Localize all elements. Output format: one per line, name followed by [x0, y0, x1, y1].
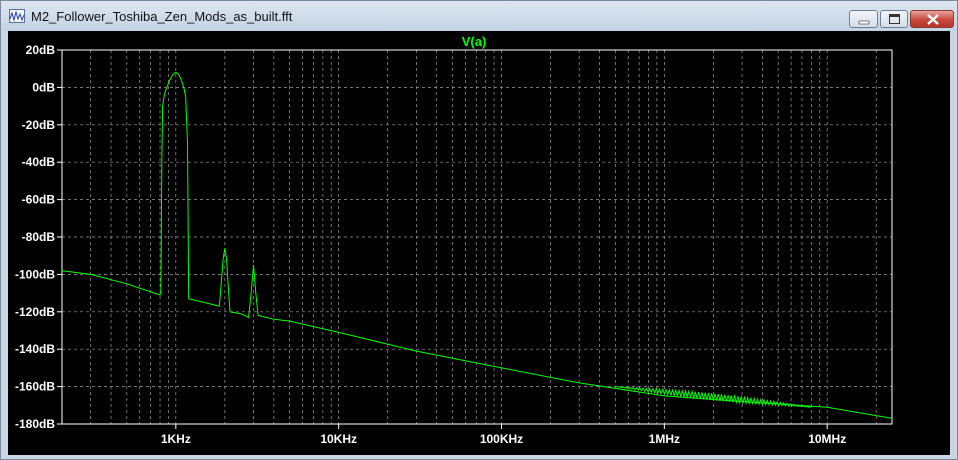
y-tick-label: -100dB	[15, 267, 55, 281]
y-tick-label: -160dB	[15, 380, 55, 394]
x-tick-label: 10MHz	[808, 432, 846, 446]
x-tick-label: 100KHz	[480, 432, 523, 446]
y-tick-label: 0dB	[32, 80, 55, 94]
y-tick-label: -180dB	[15, 417, 55, 431]
x-tick-label: 1KHz	[161, 432, 191, 446]
y-tick-label: -140dB	[15, 342, 55, 356]
minimize-icon	[858, 20, 870, 25]
waveform-app-icon	[9, 9, 25, 23]
trace-v-a	[61, 71, 893, 419]
minimize-button[interactable]	[849, 10, 878, 28]
fft-plot-window: M2_Follower_Toshiba_Zen_Mods_as_built.ff…	[0, 0, 958, 460]
y-tick-label: -120dB	[15, 305, 55, 319]
y-tick-label: -80dB	[22, 230, 56, 244]
window-title: M2_Follower_Toshiba_Zen_Mods_as_built.ff…	[31, 9, 293, 24]
close-icon	[927, 14, 939, 25]
y-tick-label: -60dB	[22, 193, 56, 207]
title-bar[interactable]: M2_Follower_Toshiba_Zen_Mods_as_built.ff…	[1, 1, 957, 31]
y-tick-label: -40dB	[22, 155, 56, 169]
x-tick-label: 1MHz	[649, 432, 680, 446]
x-tick-label: 10KHz	[320, 432, 357, 446]
y-tick-label: -20dB	[22, 118, 56, 132]
plot-area[interactable]: V(a) 20dB 0dB -20dB -40dB -60dB -80dB -100dB -1…	[8, 31, 950, 455]
fft-plot[interactable]: V(a) 20dB 0dB -20dB -40dB -60dB -80dB -100dB -1…	[8, 31, 950, 455]
trace-title: V(a)	[462, 34, 487, 49]
maximize-icon	[889, 14, 900, 24]
close-button[interactable]	[910, 10, 954, 28]
maximize-button[interactable]	[880, 10, 908, 28]
y-tick-label: 20dB	[26, 43, 56, 57]
